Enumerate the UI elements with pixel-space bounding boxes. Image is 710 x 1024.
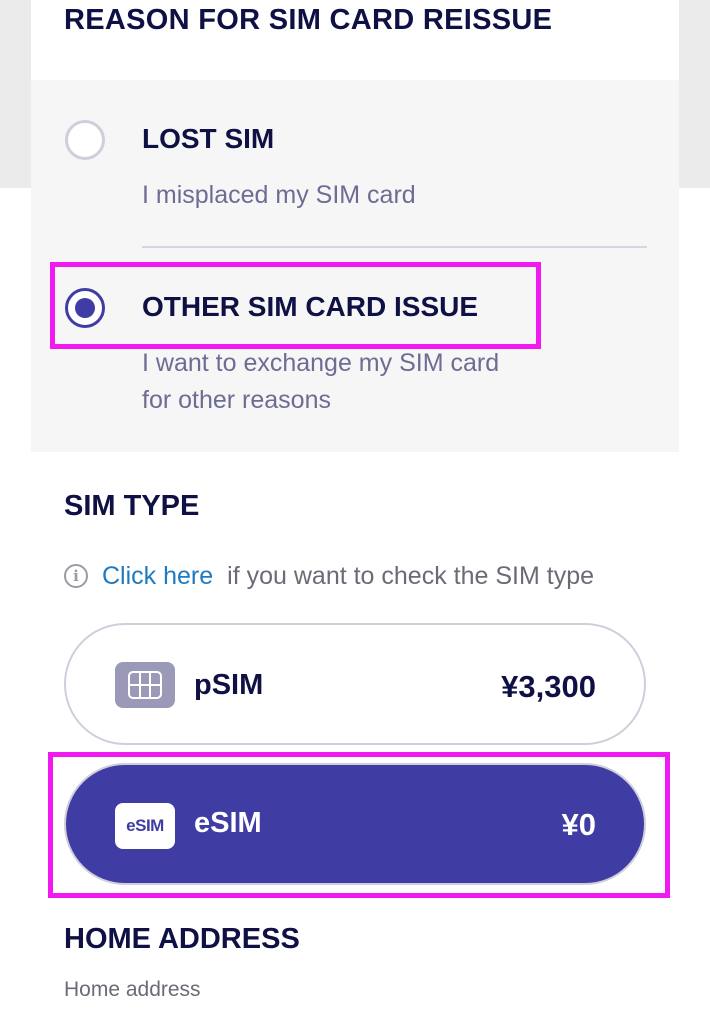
- info-icon: i: [64, 564, 88, 588]
- home-address-section-title: HOME ADDRESS: [64, 923, 300, 955]
- lost-sim-option-description: I misplaced my SIM card: [142, 181, 416, 209]
- check-sim-type-text: if you want to check the SIM type: [227, 561, 595, 590]
- reason-card-header: REASON FOR SIM CARD REISSUE: [31, 0, 679, 80]
- reason-card: REASON FOR SIM CARD REISSUE LOST SIM I m…: [31, 0, 679, 452]
- other-sim-issue-option-title[interactable]: OTHER SIM CARD ISSUE: [142, 291, 478, 323]
- esim-label: eSIM: [194, 807, 262, 839]
- sim-type-section-title: SIM TYPE: [64, 490, 200, 522]
- other-sim-issue-description-line1: I want to exchange my SIM card: [142, 349, 500, 377]
- other-sim-issue-option-description: I want to exchange my SIM card for other…: [142, 345, 499, 419]
- reason-section-title: REASON FOR SIM CARD REISSUE: [64, 4, 553, 36]
- check-sim-type-link[interactable]: Click here: [102, 562, 213, 591]
- psim-option[interactable]: pSIM ¥3,300: [64, 623, 646, 745]
- other-sim-issue-description-line2: for other reasons: [142, 386, 331, 414]
- sim-type-info-row: i Click here if you want to check the SI…: [64, 558, 594, 594]
- esim-option[interactable]: eSIM eSIM ¥0: [64, 763, 646, 885]
- lost-sim-option-title[interactable]: LOST SIM: [142, 123, 274, 155]
- psim-price: ¥3,300: [501, 669, 596, 704]
- physical-sim-card-icon: [115, 662, 175, 708]
- home-address-field-label: Home address: [64, 978, 201, 1001]
- option-divider: [142, 246, 647, 248]
- lost-sim-radio[interactable]: [65, 120, 105, 160]
- psim-label: pSIM: [194, 669, 264, 701]
- esim-icon: eSIM: [115, 803, 175, 849]
- other-sim-issue-radio[interactable]: [65, 288, 105, 328]
- esim-price: ¥0: [561, 807, 596, 842]
